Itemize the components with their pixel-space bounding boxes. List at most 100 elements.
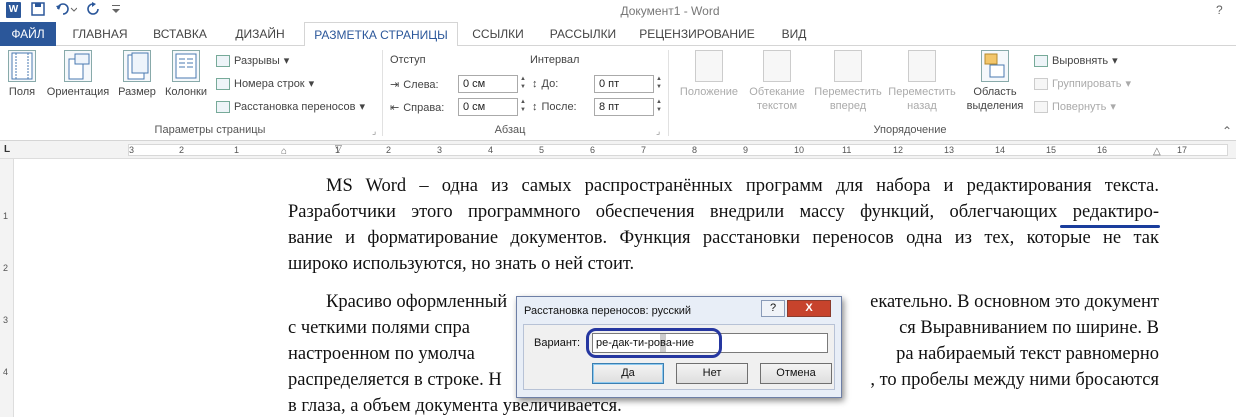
- columns-icon: [172, 50, 200, 82]
- ribbon: Поля Ориентация Размер Колонки Разрывы ▾ …: [0, 46, 1236, 141]
- horizontal-ruler[interactable]: L 3 2 1 1 2 3 4 5 6 7 8 9 10 11 12 13 14…: [0, 141, 1236, 159]
- ruler-number: 7: [641, 145, 647, 155]
- ruler-number: 2: [3, 263, 9, 273]
- spacing-before-input[interactable]: 0 пт: [594, 75, 654, 93]
- selection-pane-button[interactable]: Область выделения: [962, 50, 1028, 113]
- indent-right-icon: ⇤: [390, 102, 400, 114]
- variant-label: Вариант:: [534, 337, 581, 349]
- send-backward-button[interactable]: Переместить назад: [884, 50, 960, 113]
- hyphenation-button[interactable]: Расстановка переносов ▾: [216, 100, 365, 113]
- word-app-icon: W: [6, 2, 21, 18]
- tab-review[interactable]: РЕЦЕНЗИРОВАНИЕ: [632, 22, 762, 46]
- text-run: MS Word – одна из самых распространённых…: [326, 176, 1159, 196]
- breaks-button[interactable]: Разрывы ▾: [216, 54, 289, 67]
- text-run: настроенном по умолча: [288, 344, 475, 364]
- dialog-close-button[interactable]: X: [787, 300, 831, 317]
- hyphenation-dialog: Расстановка переносов: русский ? X Вариа…: [516, 296, 842, 398]
- spacing-after-icon: ↕: [532, 101, 538, 113]
- dialog-help-button[interactable]: ?: [761, 300, 785, 317]
- indent-right-spinner[interactable]: ▲ ▼: [518, 98, 528, 116]
- ruler-number: 4: [488, 145, 494, 155]
- line-numbers-button[interactable]: Номера строк ▾: [216, 77, 314, 90]
- spacing-before-label: ↕ До:: [532, 78, 559, 90]
- tab-references[interactable]: ССЫЛКИ: [462, 22, 534, 46]
- cancel-button[interactable]: Отмена: [760, 363, 832, 384]
- indent-right-label: ⇤ Справа:: [390, 101, 445, 115]
- wrap-text-button[interactable]: Обтекание текстом: [744, 50, 810, 113]
- text-run: широко используются, но знать о ней стои…: [288, 254, 635, 274]
- position-label: Положение: [679, 86, 739, 98]
- orientation-label: Ориентация: [46, 86, 110, 98]
- bring-forward-label-2: вперед: [829, 100, 867, 112]
- chevron-down-icon: ▾: [359, 101, 366, 113]
- margins-icon: [8, 50, 36, 82]
- ruler-number: 3: [3, 315, 9, 325]
- breaks-icon: [216, 54, 230, 67]
- vertical-ruler[interactable]: 1 2 3 4: [0, 159, 14, 417]
- ruler-number: 1: [3, 211, 9, 221]
- tab-insert[interactable]: ВСТАВКА: [142, 22, 218, 46]
- ribbon-tabs: ФАЙЛ ГЛАВНАЯ ВСТАВКА ДИЗАЙН РАЗМЕТКА СТР…: [0, 22, 1236, 47]
- undo-icon[interactable]: [55, 2, 78, 18]
- text-run: в глаза, а объем документа увеличивается…: [288, 396, 622, 416]
- indent-right-input[interactable]: 0 см: [458, 98, 518, 116]
- tab-selector-icon[interactable]: L: [4, 144, 10, 155]
- orientation-button[interactable]: Ориентация: [42, 50, 114, 99]
- position-button[interactable]: Положение: [672, 50, 746, 99]
- dialog-launcher-icon[interactable]: ⌟: [656, 126, 660, 137]
- customize-toolbar-icon[interactable]: [111, 2, 121, 18]
- spacing-after-spinner[interactable]: ▲ ▼: [654, 98, 664, 116]
- indent-left-spinner[interactable]: ▲ ▼: [518, 75, 528, 93]
- first-line-indent-icon[interactable]: ▽: [335, 143, 342, 154]
- paragraph-group-label: Абзац: [494, 124, 526, 136]
- group-objects-button[interactable]: Группировать ▾: [1034, 77, 1131, 90]
- spacing-after-input[interactable]: 8 пт: [594, 98, 654, 116]
- ruler-number: 12: [893, 145, 904, 155]
- save-icon[interactable]: [31, 2, 45, 18]
- ruler-number: 15: [1046, 145, 1057, 155]
- margins-button[interactable]: Поля: [4, 50, 40, 99]
- page-setup-group-label: Параметры страницы: [154, 124, 266, 136]
- tab-page-layout[interactable]: РАЗМЕТКА СТРАНИЦЫ: [304, 22, 458, 47]
- tab-view[interactable]: ВИД: [770, 22, 818, 46]
- indent-left-input[interactable]: 0 см: [458, 75, 518, 93]
- spacing-before-spinner[interactable]: ▲ ▼: [654, 75, 664, 93]
- align-icon: [1034, 54, 1048, 67]
- separator: [382, 50, 383, 136]
- ruler-number: 13: [944, 145, 955, 155]
- tab-home[interactable]: ГЛАВНАЯ: [62, 22, 138, 46]
- no-button[interactable]: Нет: [676, 363, 748, 384]
- chevron-down-icon: ▾: [308, 78, 315, 90]
- spacing-before-icon: ↕: [532, 78, 538, 90]
- bring-forward-label-1: Переместить: [814, 86, 882, 98]
- hyphenation-icon: [216, 100, 230, 113]
- ruler-number: 11: [842, 145, 852, 155]
- selection-pane-label-1: Область: [973, 86, 1017, 98]
- dialog-launcher-icon[interactable]: ⌟: [372, 126, 376, 137]
- rotate-button[interactable]: Повернуть ▾: [1034, 100, 1116, 113]
- spacing-after-label: ↕ После:: [532, 101, 577, 113]
- tab-design[interactable]: ДИЗАЙН: [222, 22, 298, 46]
- tab-file[interactable]: ФАЙЛ: [0, 22, 56, 46]
- send-backward-label-2: назад: [907, 100, 937, 112]
- bring-forward-button[interactable]: Переместить вперед: [810, 50, 886, 113]
- align-button[interactable]: Выровнять ▾: [1034, 54, 1118, 67]
- ruler-number: 16: [1097, 145, 1108, 155]
- collapse-ribbon-icon[interactable]: ⌃: [1222, 124, 1232, 138]
- size-button[interactable]: Размер: [116, 50, 158, 99]
- redo-icon[interactable]: [87, 2, 101, 18]
- yes-button[interactable]: Да: [592, 363, 664, 384]
- dialog-body: Вариант: ре-дак-ти-рова-ние Да Нет Отмен…: [523, 324, 835, 390]
- columns-button[interactable]: Колонки: [160, 50, 212, 99]
- margins-label: Поля: [8, 86, 36, 98]
- text-line: широко используются, но знать о ней стои…: [288, 251, 1159, 277]
- right-indent-marker-icon[interactable]: △: [1153, 146, 1161, 157]
- help-button[interactable]: ?: [1216, 3, 1223, 17]
- left-indent-marker-icon[interactable]: ⌂: [281, 146, 287, 157]
- text-run: ра набираемый текст равномерно: [896, 344, 1159, 364]
- tab-mailings[interactable]: РАССЫЛКИ: [540, 22, 626, 46]
- selection-pane-icon: [981, 50, 1009, 82]
- align-label: Выровнять: [1052, 54, 1109, 67]
- text-line: Разработчики этого программного обеспече…: [288, 199, 1159, 225]
- paragraph-1[interactable]: MS Word – одна из самых распространённых…: [288, 173, 1159, 277]
